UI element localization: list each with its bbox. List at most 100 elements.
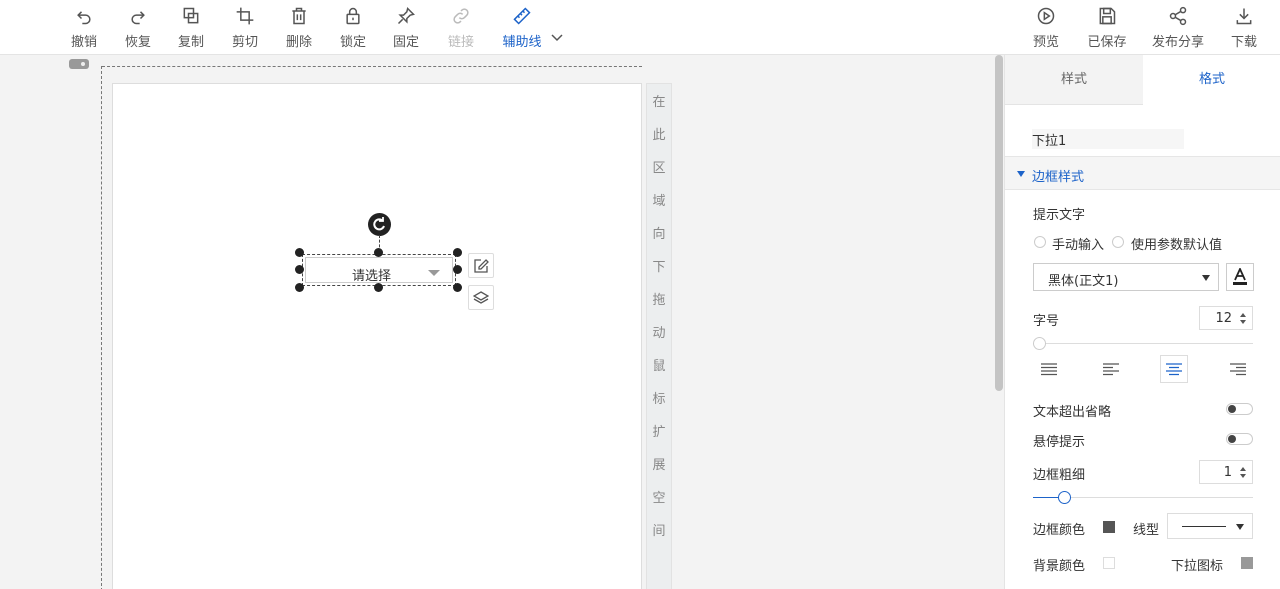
lock-icon — [346, 7, 360, 25]
dropdown-icon-color-swatch[interactable] — [1241, 557, 1253, 569]
resize-handle-top[interactable] — [374, 248, 383, 257]
lock-button[interactable]: 锁定 — [328, 6, 378, 50]
canvas-area[interactable]: 在 此 区 域 向 下 拖 动 鼠 标 扩 展 空 间 请选择 — [0, 55, 1003, 589]
expand-hint-char: 在 — [652, 95, 666, 110]
dropdown-widget[interactable]: 请选择 — [302, 254, 456, 286]
expand-hint-char: 下 — [652, 260, 666, 275]
copy-button[interactable]: 复制 — [166, 6, 216, 50]
edit-icon — [474, 258, 489, 273]
delete-button[interactable]: 删除 — [274, 6, 324, 50]
guideline-button[interactable]: 辅助线 — [497, 6, 547, 50]
rotate-handle-icon[interactable] — [368, 213, 391, 236]
trash-icon — [292, 7, 306, 25]
expand-hint-char: 展 — [652, 458, 666, 473]
cut-button[interactable]: 剪切 — [220, 6, 270, 50]
resize-handle-bottom-right[interactable] — [453, 283, 462, 292]
pin-button[interactable]: 固定 — [381, 6, 431, 50]
save-button[interactable]: 已保存 — [1082, 6, 1132, 50]
bg-color-swatch[interactable] — [1103, 557, 1115, 569]
line-type-label: 线型 — [1133, 523, 1160, 538]
expand-hint-char: 拖 — [652, 293, 666, 308]
align-center-button[interactable] — [1160, 355, 1188, 383]
align-left-button[interactable] — [1097, 355, 1125, 383]
expand-hint-char: 此 — [652, 128, 666, 143]
expand-hint-char: 扩 — [652, 425, 666, 440]
border-width-stepper[interactable]: 1 — [1199, 460, 1253, 484]
hover-tip-label: 悬停提示 — [1033, 435, 1086, 450]
radio-manual-input[interactable] — [1034, 236, 1046, 248]
align-right-button[interactable] — [1224, 355, 1252, 383]
panel-tabs: 样式 格式 — [1005, 55, 1280, 105]
border-width-value: 1 — [1223, 465, 1232, 480]
radio-param-default[interactable] — [1112, 236, 1124, 248]
vertical-guideline[interactable] — [101, 66, 102, 589]
report-page[interactable] — [112, 83, 642, 589]
stepper-down-icon[interactable] — [1240, 320, 1246, 324]
canvas-scrollbar[interactable] — [995, 55, 1003, 391]
edit-widget-button[interactable] — [468, 253, 494, 278]
tab-style[interactable]: 样式 — [1005, 55, 1143, 105]
pin-label: 固定 — [392, 35, 419, 50]
share-icon — [1169, 6, 1187, 26]
properties-panel: 样式 格式 边框样式 提示文字 手动输入 使用参数默认值 黑体(正文1) 字号 … — [1004, 55, 1280, 589]
expand-area-strip[interactable]: 在 此 区 域 向 下 拖 动 鼠 标 扩 展 空 间 — [646, 83, 672, 589]
layers-button[interactable] — [468, 285, 494, 310]
redo-label: 恢复 — [124, 35, 151, 50]
ruler-tag-icon[interactable] — [69, 59, 89, 69]
stepper-up-icon[interactable] — [1240, 467, 1246, 471]
line-type-select[interactable] — [1167, 513, 1253, 539]
expand-hint-char: 区 — [652, 161, 666, 176]
font-color-button[interactable] — [1226, 263, 1254, 291]
horizontal-guideline[interactable] — [102, 66, 642, 67]
border-color-swatch[interactable] — [1103, 521, 1115, 533]
align-justify-button[interactable] — [1035, 355, 1063, 383]
undo-label: 撤销 — [70, 35, 97, 50]
border-color-label: 边框颜色 — [1033, 523, 1086, 538]
section-title: 边框样式 — [1032, 170, 1085, 185]
component-name-input[interactable] — [1032, 129, 1184, 149]
redo-button[interactable]: 恢复 — [113, 6, 163, 50]
hover-tip-toggle[interactable] — [1226, 433, 1253, 445]
align-justify-icon — [1041, 363, 1057, 376]
slider-knob[interactable] — [1057, 491, 1071, 504]
save-icon — [1099, 7, 1116, 25]
link-button[interactable]: 链接 — [436, 6, 486, 50]
font-family-value: 黑体(正文1) — [1048, 274, 1119, 289]
resize-handle-left[interactable] — [295, 265, 304, 274]
dropdown-placeholder: 请选择 — [352, 269, 392, 284]
tab-format[interactable]: 格式 — [1143, 55, 1280, 105]
cut-label: 剪切 — [231, 35, 258, 50]
font-family-select[interactable]: 黑体(正文1) — [1033, 263, 1219, 291]
share-button[interactable]: 发布分享 — [1152, 6, 1205, 50]
chevron-down-icon — [1236, 524, 1244, 530]
font-size-slider[interactable] — [1033, 337, 1253, 351]
slider-knob[interactable] — [1033, 337, 1046, 350]
download-button[interactable]: 下载 — [1219, 6, 1269, 50]
expand-hint-char: 空 — [652, 491, 666, 506]
preview-button[interactable]: 预览 — [1021, 6, 1071, 50]
stepper-up-icon[interactable] — [1240, 313, 1246, 317]
dropdown-icon-label: 下拉图标 — [1171, 559, 1224, 574]
hint-text-label: 提示文字 — [1033, 208, 1086, 223]
ellipsis-toggle[interactable] — [1226, 403, 1253, 415]
resize-handle-top-left[interactable] — [295, 248, 304, 257]
share-label: 发布分享 — [1152, 35, 1205, 50]
resize-handle-bottom-left[interactable] — [295, 283, 304, 292]
font-size-stepper[interactable]: 12 — [1199, 306, 1253, 330]
dropdown-arrow-icon — [428, 270, 440, 276]
chevron-down-icon[interactable] — [550, 30, 564, 44]
undo-button[interactable]: 撤销 — [59, 6, 109, 50]
align-left-icon — [1103, 363, 1119, 376]
layers-icon — [473, 290, 489, 304]
radio-param-label[interactable]: 使用参数默认值 — [1131, 234, 1222, 253]
dropdown-widget-body[interactable]: 请选择 — [305, 257, 453, 284]
stepper-down-icon[interactable] — [1240, 474, 1246, 478]
border-width-slider[interactable] — [1033, 491, 1253, 505]
resize-handle-right[interactable] — [453, 265, 462, 274]
guideline-label: 辅助线 — [502, 35, 542, 50]
resize-handle-bottom[interactable] — [374, 283, 383, 292]
radio-manual-label[interactable]: 手动输入 — [1052, 234, 1104, 253]
resize-handle-top-right[interactable] — [453, 248, 462, 257]
copy-label: 复制 — [177, 35, 204, 50]
section-border-style[interactable]: 边框样式 — [1005, 156, 1280, 190]
